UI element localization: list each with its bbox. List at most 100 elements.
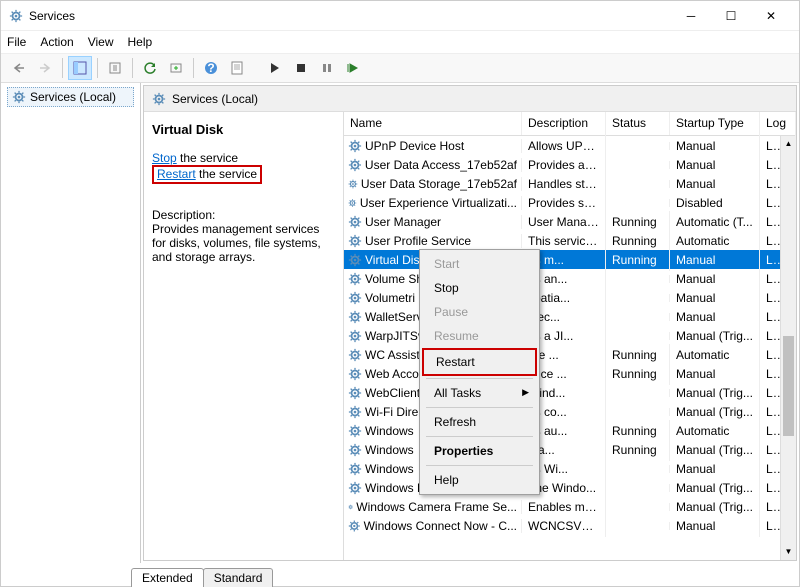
ctx-help[interactable]: Help: [422, 468, 537, 492]
tree-pane: Services (Local): [1, 83, 141, 563]
service-row[interactable]: User ManagerUser Manag...RunningAutomati…: [344, 212, 796, 231]
gear-icon: [348, 405, 362, 419]
menu-action[interactable]: Action: [40, 35, 73, 49]
close-button[interactable]: ✕: [751, 1, 791, 31]
help-icon[interactable]: ?: [199, 56, 223, 80]
service-row[interactable]: WarpJITSves a JI...Manual (Trig...Loca: [344, 326, 796, 345]
gear-icon: [348, 367, 362, 381]
nav-back-button[interactable]: [7, 56, 31, 80]
col-startup[interactable]: Startup Type: [670, 112, 760, 135]
service-row[interactable]: Windows es au...RunningAutomaticLoca: [344, 421, 796, 440]
detail-header: Services (Local): [144, 86, 796, 112]
menu-file[interactable]: File: [7, 35, 26, 49]
maximize-button[interactable]: ☐: [711, 1, 751, 31]
service-row[interactable]: WC Assistare ...RunningAutomaticLoca: [344, 345, 796, 364]
description-label: Description:: [152, 208, 335, 222]
ctx-start: Start: [422, 252, 537, 276]
gear-icon: [348, 386, 362, 400]
svg-text:?: ?: [207, 61, 214, 75]
service-row[interactable]: WebClientWind...Manual (Trig...Loca: [344, 383, 796, 402]
gear-icon: [348, 462, 362, 476]
tabs: Extended Standard: [1, 563, 799, 587]
gear-icon: [348, 177, 358, 191]
scroll-thumb[interactable]: [783, 336, 794, 436]
export-list-button[interactable]: [103, 56, 127, 80]
service-list: Name Description Status Startup Type Log…: [344, 112, 796, 560]
gear-icon: [348, 272, 362, 286]
tab-extended[interactable]: Extended: [131, 568, 204, 587]
gear-icon: [348, 443, 362, 457]
col-description[interactable]: Description: [522, 112, 606, 135]
nav-forward-button[interactable]: [33, 56, 57, 80]
service-row[interactable]: Web Accorvice ...RunningManualLoca: [344, 364, 796, 383]
stop-service-button[interactable]: [289, 56, 313, 80]
ctx-all-tasks[interactable]: All Tasks▶: [422, 381, 537, 405]
service-row[interactable]: Windows Biometric ServiceThe Windo...Man…: [344, 478, 796, 497]
chevron-right-icon: ▶: [522, 387, 529, 398]
service-row[interactable]: Windows es Wi...ManualLoca: [344, 459, 796, 478]
service-row[interactable]: UPnP Device HostAllows UPn...ManualLoca: [344, 136, 796, 155]
pause-service-button[interactable]: [315, 56, 339, 80]
ctx-refresh[interactable]: Refresh: [422, 410, 537, 434]
show-hide-tree-button[interactable]: [68, 56, 92, 80]
ctx-pause: Pause: [422, 300, 537, 324]
service-row[interactable]: User Data Access_17eb52afProvides ap...M…: [344, 155, 796, 174]
col-name[interactable]: Name: [344, 112, 522, 135]
ctx-properties[interactable]: Properties: [422, 439, 537, 463]
properties-button[interactable]: [225, 56, 249, 80]
col-logon[interactable]: Log: [760, 112, 796, 135]
restart-service-button[interactable]: [341, 56, 365, 80]
gear-icon: [348, 519, 361, 533]
gear-icon: [348, 158, 362, 172]
tree-node-services-local[interactable]: Services (Local): [7, 87, 134, 107]
col-status[interactable]: Status: [606, 112, 670, 135]
service-row[interactable]: Volumetrispatia...ManualLoca: [344, 288, 796, 307]
restart-service-link[interactable]: Restart: [157, 167, 196, 181]
tab-standard[interactable]: Standard: [203, 568, 274, 587]
service-row[interactable]: User Data Storage_17eb52afHandles sto...…: [344, 174, 796, 193]
service-row[interactable]: Windows Connect Now - C...WCNCSVC ...Man…: [344, 516, 796, 535]
tree-node-label: Services (Local): [30, 90, 116, 104]
column-headers: Name Description Status Startup Type Log: [344, 112, 796, 136]
titlebar: Services ─ ☐ ✕: [1, 1, 799, 31]
description-text: Provides management services for disks, …: [152, 222, 335, 264]
service-row[interactable]: Windows Camera Frame Se...Enables mul...…: [344, 497, 796, 516]
gear-icon: [348, 481, 362, 495]
window-title: Services: [29, 9, 671, 23]
gear-icon: [348, 234, 362, 248]
app-icon: [9, 9, 23, 23]
menubar: File Action View Help: [1, 31, 799, 53]
detail-header-label: Services (Local): [172, 92, 258, 106]
menu-help[interactable]: Help: [128, 35, 153, 49]
service-row[interactable]: Virtual Dises m...RunningManualLoca: [344, 250, 796, 269]
selected-service-name: Virtual Disk: [152, 122, 335, 137]
gear-icon: [348, 329, 362, 343]
service-row[interactable]: WalletServbjec...ManualLoca: [344, 307, 796, 326]
gear-icon: [348, 424, 362, 438]
gear-icon: [348, 139, 362, 153]
start-service-button[interactable]: [263, 56, 287, 80]
service-row[interactable]: User Profile ServiceThis service ...Runn…: [344, 231, 796, 250]
service-row[interactable]: Wi-Fi Direes co...Manual (Trig...Loca: [344, 402, 796, 421]
gear-icon: [348, 253, 362, 267]
minimize-button[interactable]: ─: [671, 1, 711, 31]
refresh-button[interactable]: [138, 56, 162, 80]
stop-service-link[interactable]: Stop: [152, 151, 177, 165]
gear-icon: [348, 196, 357, 210]
scroll-up-button[interactable]: ▲: [781, 136, 796, 152]
description-panel: Virtual Disk Stop the service Restart th…: [144, 112, 344, 560]
gear-icon: [348, 500, 353, 514]
service-row[interactable]: User Experience Virtualizati...Provides …: [344, 193, 796, 212]
ctx-restart[interactable]: Restart: [422, 348, 537, 376]
export-button[interactable]: [164, 56, 188, 80]
gear-icon: [348, 310, 362, 324]
menu-view[interactable]: View: [88, 35, 114, 49]
service-row[interactable]: Volume Shes an...ManualLoca: [344, 269, 796, 288]
ctx-stop[interactable]: Stop: [422, 276, 537, 300]
context-menu: Start Stop Pause Resume Restart All Task…: [419, 249, 540, 495]
scroll-down-button[interactable]: ▼: [781, 544, 796, 560]
ctx-resume: Resume: [422, 324, 537, 348]
gear-icon: [348, 348, 362, 362]
scrollbar-vertical[interactable]: ▲ ▼: [780, 136, 796, 560]
service-row[interactable]: Windows ma...RunningManual (Trig...Loca: [344, 440, 796, 459]
